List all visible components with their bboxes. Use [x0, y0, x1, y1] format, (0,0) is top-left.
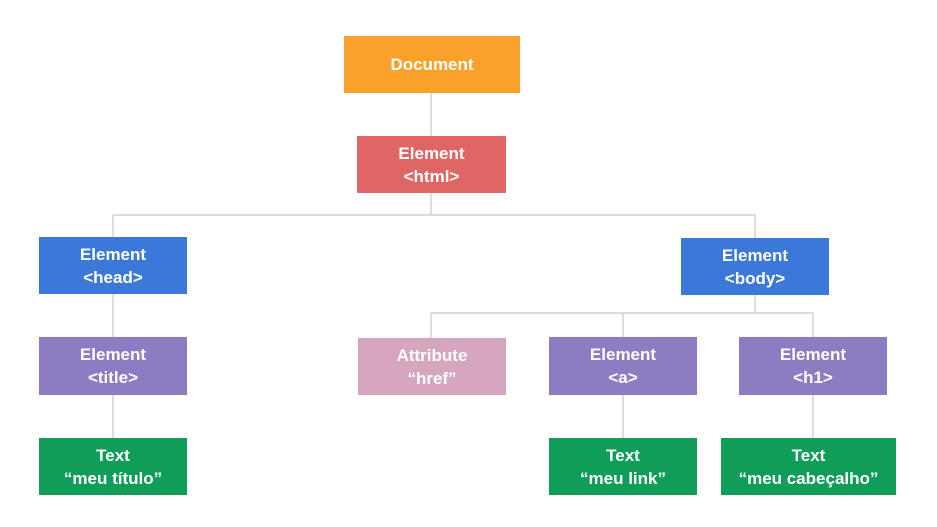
html-node-tag: <html> [403, 166, 460, 186]
title-text-type: Text [96, 445, 130, 465]
head-node-tag: <head> [83, 267, 143, 287]
a-node-type: Element [589, 345, 657, 364]
body-element-node: Element <body> [681, 238, 829, 295]
head-element-node: Element <head> [39, 237, 187, 294]
link-text-type: Text [606, 445, 640, 465]
title-text-node: Text “meu título” [39, 438, 187, 495]
h1-node-tag: <h1> [793, 368, 833, 387]
h1-text-value: “meu cabeçalho” [738, 468, 879, 488]
h1-text-node: Text “meu cabeçalho” [721, 438, 896, 495]
a-node-tag: <a> [608, 368, 638, 387]
a-element-node: Element <a> [549, 337, 697, 395]
title-text-value: “meu título” [63, 468, 163, 488]
html-node-type: Element [398, 143, 465, 163]
h1-text-type: Text [791, 445, 826, 465]
attr-node-name: “href” [407, 368, 457, 388]
document-node: Document [344, 36, 520, 93]
document-node-label: Document [390, 55, 474, 74]
head-node-type: Element [79, 244, 147, 264]
body-node-type: Element [721, 245, 789, 265]
title-element-node: Element <title> [39, 337, 187, 395]
link-text-value: “meu link” [580, 468, 666, 488]
html-element-node: Element <html> [357, 136, 506, 193]
h1-element-node: Element <h1> [739, 337, 887, 395]
link-text-node: Text “meu link” [549, 438, 697, 495]
body-node-tag: <body> [724, 268, 786, 288]
attr-node-type: Attribute [396, 345, 468, 365]
href-attribute-node: Attribute “href” [358, 338, 506, 395]
title-node-type: Element [79, 345, 147, 364]
title-node-tag: <title> [87, 368, 139, 387]
h1-node-type: Element [779, 345, 847, 364]
